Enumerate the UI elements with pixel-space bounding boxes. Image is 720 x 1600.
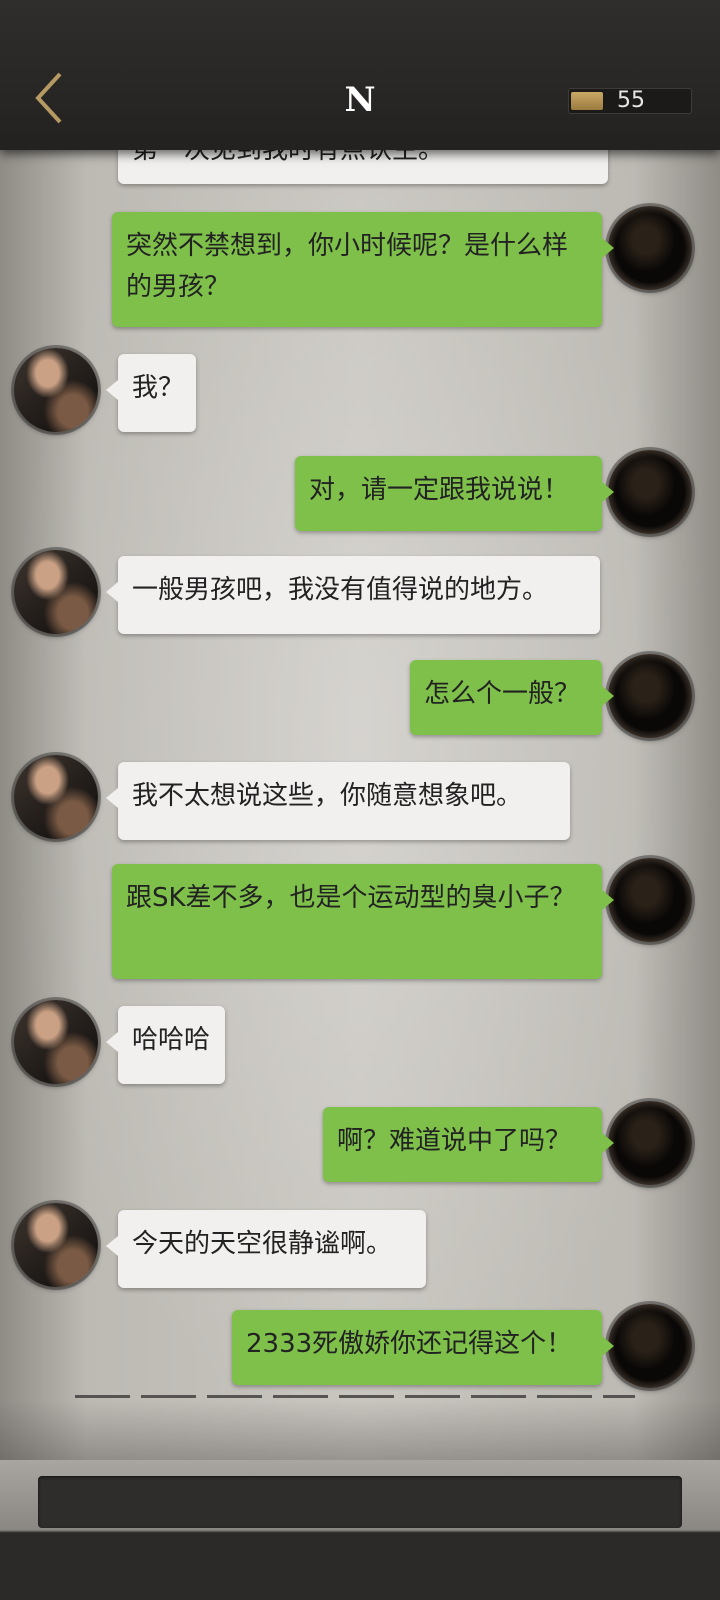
message-bubble-outgoing: 对，请一定跟我说说！ xyxy=(295,456,614,531)
contact-avatar[interactable] xyxy=(14,1203,98,1287)
message-bubble-outgoing: 跟SK差不多，也是个运动型的臭小子？ xyxy=(112,864,614,979)
message-bubble-incoming: 哈哈哈 xyxy=(106,1006,225,1084)
contact-avatar[interactable] xyxy=(14,550,98,634)
message-text: 怎么个一般？ xyxy=(424,679,581,709)
coin-count: 55 xyxy=(617,88,645,113)
input-area xyxy=(0,1460,720,1600)
top-bar: N 55 xyxy=(0,0,720,150)
contact-avatar[interactable] xyxy=(14,348,98,432)
message-bubble-outgoing: 啊？难道说中了吗？ xyxy=(323,1107,614,1182)
message-text: 一般男孩吧，我没有值得说的地方。 xyxy=(132,575,549,605)
message-text: 我不太想说这些，你随意想象吧。 xyxy=(132,781,523,811)
message-text: 对，请一定跟我说说！ xyxy=(309,475,570,505)
player-avatar xyxy=(608,206,692,290)
message-bubble-incoming: 我不太想说这些，你随意想象吧。 xyxy=(106,762,570,840)
message-text: 哈哈哈 xyxy=(132,1025,211,1055)
coin-counter: 55 xyxy=(568,88,692,114)
message-bubble-outgoing: 2333死傲娇你还记得这个！ xyxy=(232,1310,614,1385)
player-avatar xyxy=(608,1304,692,1388)
message-text: 2333死傲娇你还记得这个！ xyxy=(246,1329,573,1359)
coin-bar-icon xyxy=(571,92,603,110)
message-bubble-incoming: 今天的天空很静谧啊。 xyxy=(106,1210,426,1288)
message-text: 啊？难道说中了吗？ xyxy=(337,1126,572,1156)
chat-area[interactable]: 第一次见到我时有点认生。 突然不禁想到，你小时候呢？是什么样的男孩？ 我？ 对，… xyxy=(0,150,720,1460)
message-text: 今天的天空很静谧啊。 xyxy=(132,1229,393,1259)
contact-avatar[interactable] xyxy=(14,1000,98,1084)
player-avatar xyxy=(608,450,692,534)
player-avatar xyxy=(608,858,692,942)
message-text: 我？ xyxy=(132,373,185,403)
player-avatar xyxy=(608,1101,692,1185)
message-text: 突然不禁想到，你小时候呢？是什么样的男孩？ xyxy=(126,231,569,302)
message-bubble-outgoing: 怎么个一般？ xyxy=(410,660,614,735)
message-bubble-incoming: 第一次见到我时有点认生。 xyxy=(118,150,608,184)
message-text: 跟SK差不多，也是个运动型的臭小子？ xyxy=(126,883,576,913)
divider xyxy=(75,1395,635,1398)
message-text: 第一次见到我时有点认生。 xyxy=(132,150,445,165)
message-input[interactable] xyxy=(38,1476,682,1528)
contact-avatar[interactable] xyxy=(14,755,98,839)
player-avatar xyxy=(608,654,692,738)
message-bubble-incoming: 我？ xyxy=(106,354,196,432)
message-bubble-outgoing: 突然不禁想到，你小时候呢？是什么样的男孩？ xyxy=(112,212,614,327)
message-bubble-incoming: 一般男孩吧，我没有值得说的地方。 xyxy=(106,556,600,634)
